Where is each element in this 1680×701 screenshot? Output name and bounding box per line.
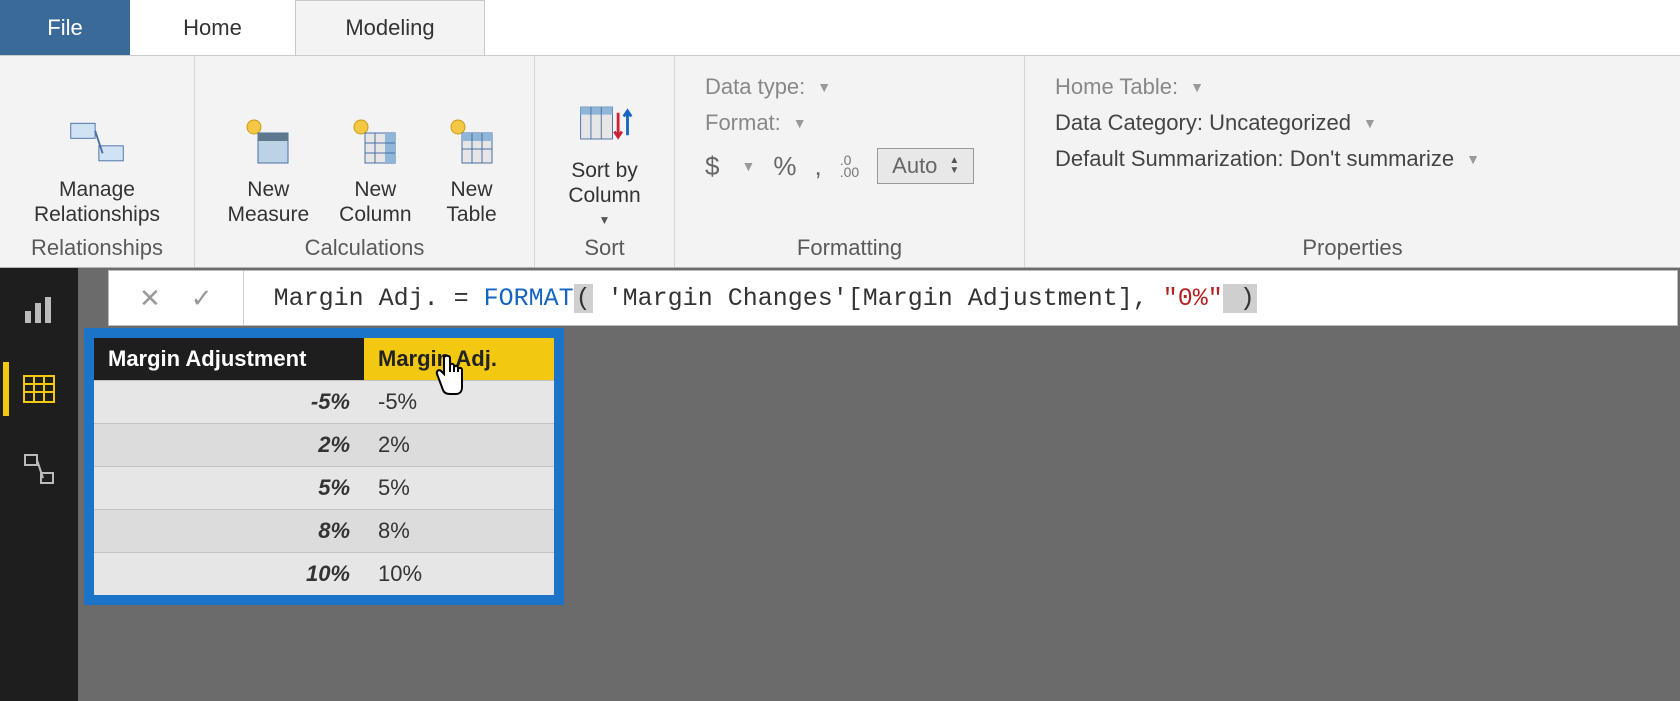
manage-relationships-button[interactable]: Manage Relationships: [26, 109, 168, 231]
new-measure-button[interactable]: New Measure: [219, 109, 317, 231]
new-table-icon: [442, 113, 502, 173]
data-table[interactable]: Margin Adjustment Margin Adj. -5%-5% 2%2…: [94, 338, 554, 595]
cell[interactable]: 10%: [364, 553, 554, 596]
view-rail: [0, 268, 78, 701]
main-area: ✕ ✓ Margin Adj. = FORMAT( 'Margin Change…: [78, 268, 1680, 701]
sort-by-column-label: Sort by Column: [568, 158, 640, 208]
auto-label: Auto: [892, 153, 937, 179]
column-header-margin-adjustment[interactable]: Margin Adjustment: [94, 338, 364, 381]
formula-text[interactable]: Margin Adj. = FORMAT( 'Margin Changes'[M…: [244, 284, 1257, 313]
decimals-icon[interactable]: .0 .00: [840, 154, 859, 178]
group-calculations: New Measure New Column: [195, 56, 535, 267]
currency-button[interactable]: $: [705, 151, 719, 182]
cell[interactable]: -5%: [94, 381, 364, 424]
home-table-label: Home Table:: [1055, 74, 1178, 100]
report-view-button[interactable]: [12, 282, 66, 336]
data-type-dropdown[interactable]: Data type:▼: [705, 74, 984, 100]
relationships-icon: [67, 113, 127, 173]
cell[interactable]: 8%: [94, 510, 364, 553]
formula-bar[interactable]: ✕ ✓ Margin Adj. = FORMAT( 'Margin Change…: [108, 270, 1678, 326]
data-category-label: Data Category: Uncategorized: [1055, 110, 1351, 136]
commit-formula-icon[interactable]: ✓: [191, 283, 213, 314]
format-dropdown[interactable]: Format:▼: [705, 110, 984, 136]
cell[interactable]: 8%: [364, 510, 554, 553]
work-area: ✕ ✓ Margin Adj. = FORMAT( 'Margin Change…: [0, 268, 1680, 701]
data-category-dropdown[interactable]: Data Category: Uncategorized▼: [1055, 110, 1640, 136]
table-row[interactable]: -5%-5%: [94, 381, 554, 424]
cell[interactable]: 2%: [94, 424, 364, 467]
column-header-margin-adj[interactable]: Margin Adj.: [364, 338, 554, 381]
table-row[interactable]: 5%5%: [94, 467, 554, 510]
new-measure-label: New Measure: [227, 177, 309, 227]
default-summarization-label: Default Summarization: Don't summarize: [1055, 146, 1454, 172]
format-label: Format:: [705, 110, 781, 136]
decimal-places-auto[interactable]: Auto ▲▼: [877, 148, 974, 184]
table-row[interactable]: 8%8%: [94, 510, 554, 553]
sort-by-column-button[interactable]: Sort by Column ▼: [560, 90, 648, 231]
group-sort: Sort by Column ▼ Sort: [535, 56, 675, 267]
new-column-button[interactable]: New Column: [331, 109, 419, 231]
data-view-button[interactable]: [12, 362, 66, 416]
ribbon: Manage Relationships Relationships New M…: [0, 56, 1680, 268]
group-relationships-title: Relationships: [31, 231, 163, 263]
cell[interactable]: -5%: [364, 381, 554, 424]
cancel-formula-icon[interactable]: ✕: [139, 283, 161, 314]
group-properties-title: Properties: [1302, 231, 1402, 263]
cell[interactable]: 10%: [94, 553, 364, 596]
new-measure-icon: [238, 113, 298, 173]
group-formatting: Data type:▼ Format:▼ $▼ % , .0 .00 Auto …: [675, 56, 1025, 267]
tab-home[interactable]: Home: [130, 0, 295, 55]
cell[interactable]: 5%: [94, 467, 364, 510]
tab-row: File Home Modeling: [0, 0, 1680, 56]
group-formatting-title: Formatting: [797, 231, 902, 263]
group-sort-title: Sort: [584, 231, 624, 263]
default-summarization-dropdown[interactable]: Default Summarization: Don't summarize▼: [1055, 146, 1640, 172]
new-table-label: New Table: [446, 177, 496, 227]
new-column-icon: [345, 113, 405, 173]
new-column-label: New Column: [339, 177, 411, 227]
new-table-button[interactable]: New Table: [434, 109, 510, 231]
tab-modeling[interactable]: Modeling: [295, 0, 485, 55]
cell[interactable]: 2%: [364, 424, 554, 467]
data-canvas: Margin Adjustment Margin Adj. -5%-5% 2%2…: [78, 328, 1680, 701]
data-table-wrap: Margin Adjustment Margin Adj. -5%-5% 2%2…: [84, 328, 564, 605]
percent-button[interactable]: %: [773, 151, 796, 182]
manage-relationships-label: Manage Relationships: [34, 177, 160, 227]
table-row[interactable]: 2%2%: [94, 424, 554, 467]
data-type-label: Data type:: [705, 74, 805, 100]
cell[interactable]: 5%: [364, 467, 554, 510]
spinner-icon[interactable]: ▲▼: [949, 156, 959, 176]
group-properties: Home Table:▼ Data Category: Uncategorize…: [1025, 56, 1680, 267]
sort-icon: [575, 94, 635, 154]
group-calculations-title: Calculations: [305, 231, 425, 263]
comma-button[interactable]: ,: [814, 151, 821, 182]
home-table-dropdown[interactable]: Home Table:▼: [1055, 74, 1640, 100]
model-view-button[interactable]: [12, 442, 66, 496]
group-relationships: Manage Relationships Relationships: [0, 56, 195, 267]
tab-file[interactable]: File: [0, 0, 130, 55]
table-row[interactable]: 10%10%: [94, 553, 554, 596]
